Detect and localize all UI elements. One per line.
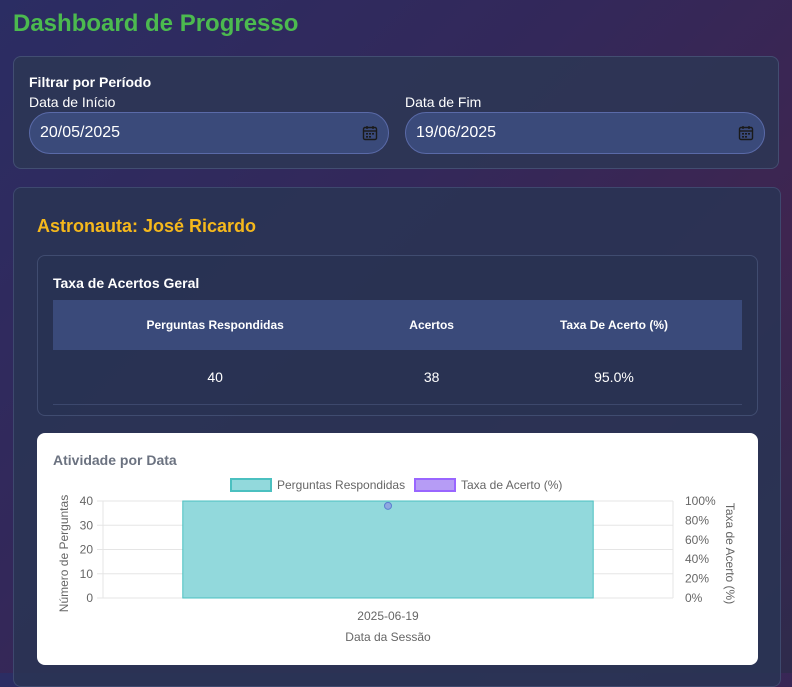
header-taxa: Taxa De Acerto (%) [485,300,742,350]
table-header-row: Perguntas Respondidas Acertos Taxa De Ac… [53,300,742,350]
accuracy-card: Taxa de Acertos Geral Perguntas Respondi… [37,255,758,416]
x-axis-title: Data da Sessão [345,630,431,644]
calendar-icon[interactable] [738,125,754,141]
table-row: 40 38 95.0% [53,350,742,405]
y2-tick-label: 60% [685,533,709,547]
y-tick-label: 10 [80,567,94,581]
calendar-icon[interactable] [362,125,378,141]
astronaut-heading: Astronauta: José Ricardo [37,216,257,236]
accuracy-title: Taxa de Acertos Geral [53,275,200,291]
y2-axis-title: Taxa de Acerto (%) [723,503,737,604]
y-tick-label: 30 [80,518,94,532]
legend-swatch [414,478,456,492]
cell-acertos: 38 [377,350,486,405]
astronaut-card: Astronauta: José Ricardo Taxa de Acertos… [13,187,781,687]
header-acertos: Acertos [377,300,486,350]
legend-swatch [230,478,272,492]
filter-card: Filtrar por Período Data de Início 20/05… [13,56,779,169]
start-date-input[interactable]: 20/05/2025 [29,112,389,154]
bar [182,500,594,599]
end-date-label: Data de Fim [405,94,482,110]
activity-chart: 40 30 20 10 0 100% 80% 60% 40% 20% 0% 2025-06-19 Dat… [57,478,737,644]
filter-title: Filtrar por Período [29,74,152,90]
line-point [384,501,392,510]
start-date-value: 20/05/2025 [40,124,121,141]
start-date-label: Data de Início [29,94,116,110]
page-title: Dashboard de Progresso [13,10,299,37]
y2-tick-label: 100% [685,494,716,508]
x-tick-label: 2025-06-19 [357,609,419,623]
cell-perguntas: 40 [53,350,378,405]
y2-tick-label: 80% [685,513,709,527]
y-tick-label: 0 [86,591,93,605]
y-tick-label: 40 [80,494,94,508]
legend-label: Taxa de Acerto (%) [461,478,562,492]
y2-tick-label: 0% [685,591,703,605]
y-tick-label: 20 [80,543,94,557]
y-axis-title: Número de Perguntas [57,495,71,612]
legend-label: Perguntas Respondidas [277,478,405,492]
end-date-value: 19/06/2025 [416,124,497,141]
y2-tick-label: 20% [685,572,709,586]
end-date-input[interactable]: 19/06/2025 [405,112,765,154]
activity-chart-card: Atividade por Data 40 30 20 10 0 100% 80% 60% 40… [37,433,758,665]
accuracy-table: Perguntas Respondidas Acertos Taxa De Ac… [53,300,742,405]
cell-taxa: 95.0% [485,350,742,405]
header-perguntas: Perguntas Respondidas [53,300,378,350]
y2-tick-label: 40% [685,552,709,566]
